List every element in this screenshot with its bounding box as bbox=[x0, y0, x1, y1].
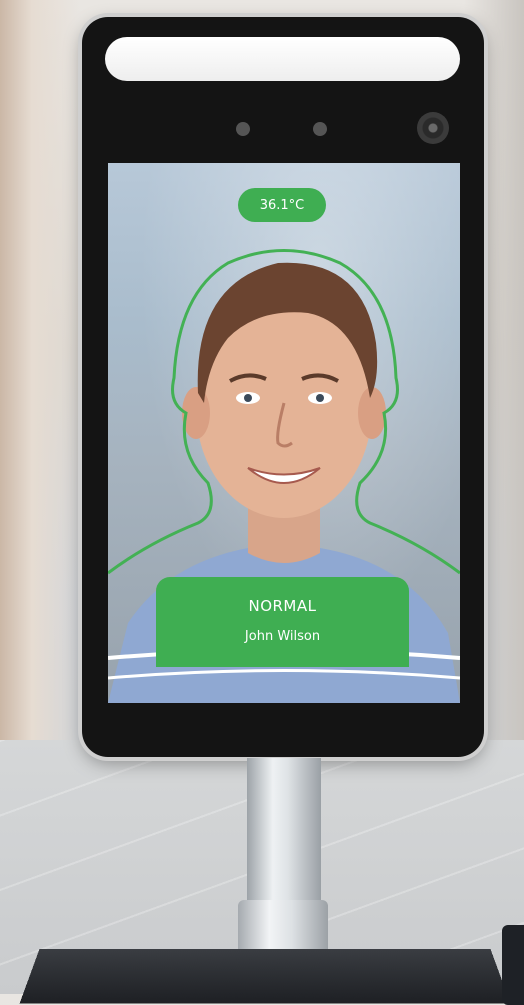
stand-pole bbox=[247, 758, 321, 908]
ear bbox=[358, 387, 386, 439]
status-label: NORMAL bbox=[248, 597, 317, 615]
temperature-value: 36.1°C bbox=[259, 197, 305, 213]
pupil bbox=[244, 394, 252, 402]
result-card: NORMAL John Wilson bbox=[156, 577, 409, 667]
stand-base bbox=[19, 948, 511, 1004]
temperature-kiosk: 36.1°C NORMAL John Wilson bbox=[82, 17, 484, 757]
camera-icon bbox=[417, 112, 449, 144]
display-screen: 36.1°C NORMAL John Wilson bbox=[108, 163, 460, 703]
pupil bbox=[316, 394, 324, 402]
light-bar bbox=[105, 37, 460, 81]
person-name: John Wilson bbox=[244, 629, 321, 644]
sensor-dot bbox=[313, 122, 327, 136]
temperature-badge: 36.1°C bbox=[238, 188, 326, 222]
sensor-dot bbox=[236, 122, 250, 136]
side-object bbox=[502, 925, 524, 1005]
